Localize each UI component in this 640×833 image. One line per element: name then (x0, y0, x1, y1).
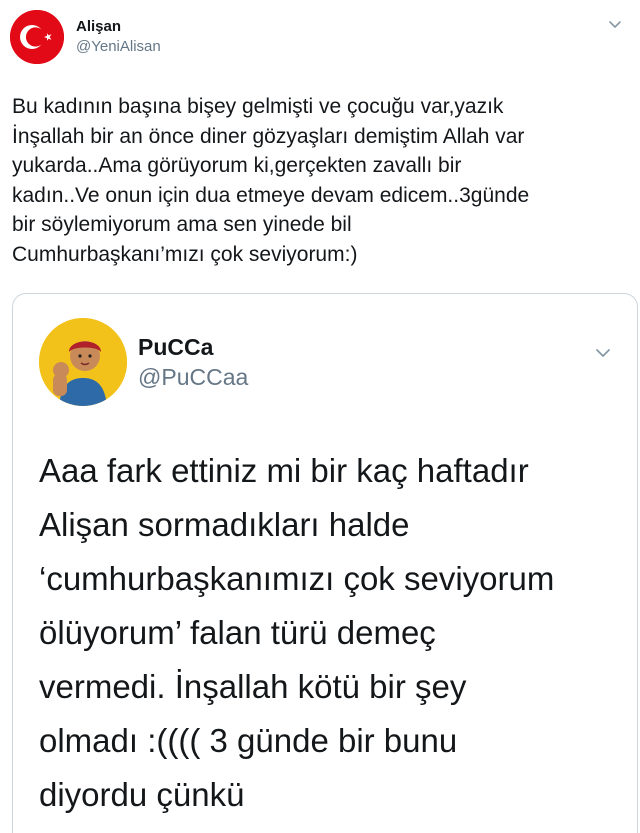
quoted-author-avatar[interactable] (39, 318, 127, 406)
quoted-tweet-card[interactable]: PuCCa @PuCCaa Aaa fark ettiniz mi bir ka… (12, 293, 638, 833)
quoted-author-name[interactable]: PuCCa (138, 334, 213, 361)
chevron-down-icon[interactable] (605, 14, 625, 34)
author-handle[interactable]: @YeniAlisan (76, 38, 161, 55)
chevron-down-icon[interactable] (591, 340, 615, 364)
author-avatar[interactable] (10, 10, 64, 64)
quoted-tweet-text: Aaa fark ettiniz mi bir kaç haftadır Ali… (39, 452, 555, 813)
turkish-flag-icon (10, 10, 64, 64)
profile-photo-icon (39, 318, 127, 406)
tweet-text: Bu kadının başına bişey gelmişti ve çocu… (12, 95, 530, 266)
author-name[interactable]: Alişan (76, 18, 121, 35)
quoted-author-handle[interactable]: @PuCCaa (138, 364, 248, 391)
tweet-card: Alişan @YeniAlisan Bu kadının başına biş… (0, 0, 640, 833)
